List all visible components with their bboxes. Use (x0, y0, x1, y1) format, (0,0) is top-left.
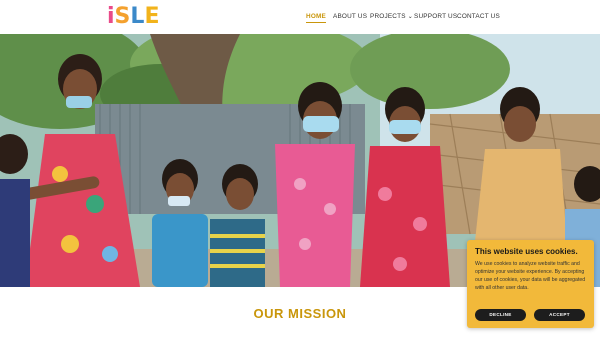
decline-button[interactable]: DECLINE (475, 309, 526, 321)
nav-projects[interactable]: PROJECTS ⌄ (370, 13, 413, 20)
logo-letter-s: S (114, 4, 131, 29)
nav-home[interactable]: HOME (306, 13, 326, 23)
isle-logo[interactable]: iSLE (107, 4, 159, 30)
nav-projects-label: PROJECTS (370, 13, 406, 20)
chevron-down-icon: ⌄ (407, 14, 413, 20)
logo-letter-i: i (107, 4, 115, 29)
nav-about[interactable]: ABOUT US (333, 13, 367, 20)
logo-letter-e: E (144, 4, 160, 29)
nav-contact[interactable]: CONTACT US (457, 13, 500, 20)
cookie-description: We use cookies to analyze website traffi… (475, 261, 586, 291)
accept-button[interactable]: ACCEPT (534, 309, 585, 321)
logo-letter-l: L (130, 4, 145, 29)
cookie-title: This website uses cookies. (475, 247, 578, 256)
cookie-consent-popup: This website uses cookies. We use cookie… (467, 240, 594, 328)
site-header: iSLE HOME ABOUT US PROJECTS ⌄ SUPPORT US … (0, 0, 600, 34)
nav-support[interactable]: SUPPORT US (414, 13, 457, 20)
